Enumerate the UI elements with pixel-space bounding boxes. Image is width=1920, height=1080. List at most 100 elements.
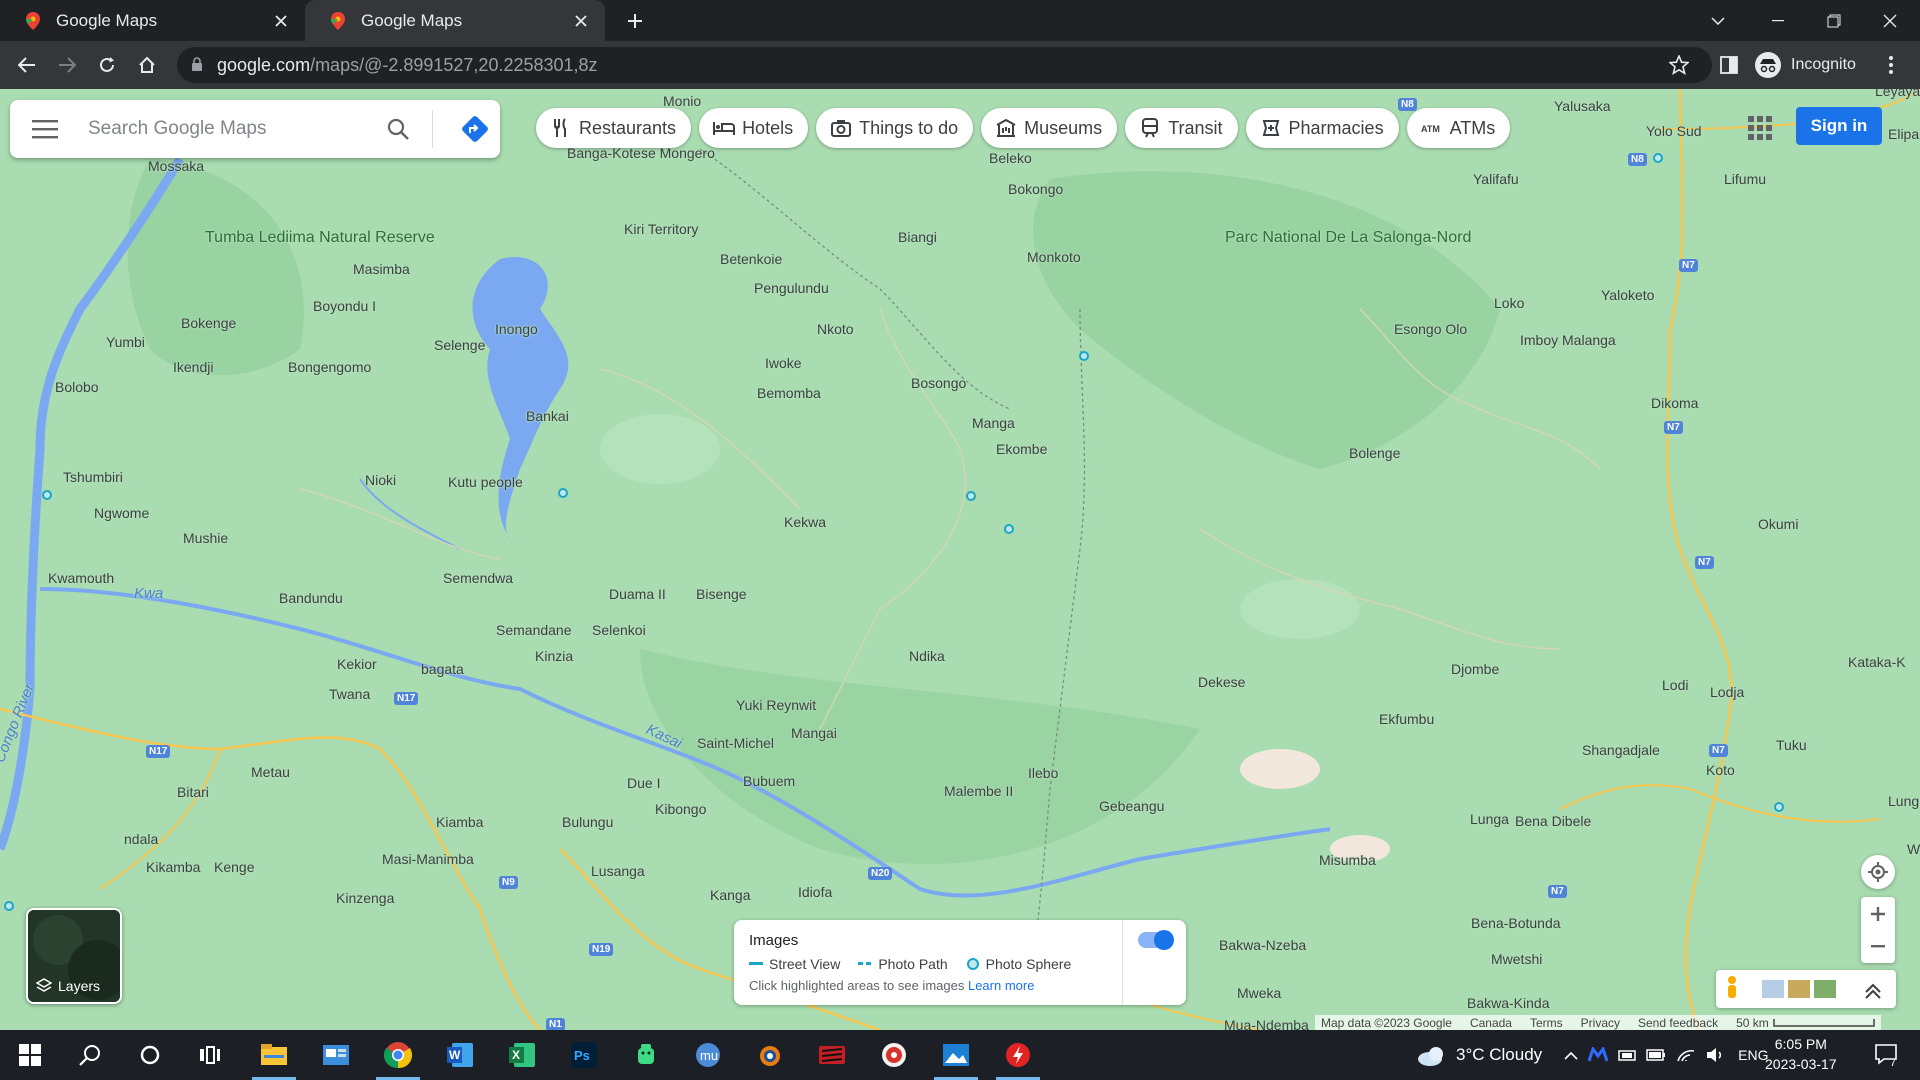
file-explorer-icon[interactable]: [248, 1035, 300, 1080]
windows-start-icon[interactable]: [4, 1035, 56, 1075]
place-label[interactable]: Bisenge: [696, 586, 747, 602]
place-label[interactable]: Duama II: [609, 586, 666, 602]
excel-icon[interactable]: X: [496, 1035, 548, 1075]
place-label[interactable]: Bokenge: [181, 315, 236, 331]
map-canvas[interactable]: Tumba Lediima Natural Reserve Parc Natio…: [0, 89, 1920, 1030]
mu-editor-icon[interactable]: mu: [682, 1035, 734, 1075]
place-label[interactable]: Bandundu: [279, 590, 343, 606]
place-label[interactable]: Leyaya: [1875, 89, 1920, 99]
sign-in-button[interactable]: Sign in: [1796, 107, 1882, 145]
place-label[interactable]: Yalusaka: [1554, 98, 1611, 114]
place-label[interactable]: Nioki: [365, 472, 396, 488]
chip-things-to-do[interactable]: Things to do: [816, 108, 974, 148]
reload-icon[interactable]: [92, 50, 122, 80]
word-icon[interactable]: W: [434, 1035, 486, 1075]
place-label[interactable]: Mushie: [183, 530, 228, 546]
close-tab-icon[interactable]: [267, 7, 295, 35]
search-icon[interactable]: [382, 113, 414, 145]
clock[interactable]: 6:05 PM 2023-03-17: [1765, 1034, 1837, 1074]
forward-arrow-icon[interactable]: [52, 50, 82, 80]
place-label[interactable]: Metau: [251, 764, 290, 780]
chevron-up-icon[interactable]: [1564, 1050, 1578, 1060]
place-label[interactable]: Boyondu I: [313, 298, 376, 314]
chip-museums[interactable]: Museums: [981, 108, 1118, 148]
place-label[interactable]: Selenkoi: [592, 622, 646, 638]
place-label[interactable]: Kekwa: [784, 514, 826, 530]
photo-sphere-marker[interactable]: [1079, 351, 1089, 361]
place-label[interactable]: Ngwome: [94, 505, 149, 521]
place-label[interactable]: Kiamba: [436, 814, 483, 830]
place-label[interactable]: Kwamouth: [48, 570, 114, 586]
place-label[interactable]: Idiofa: [798, 884, 832, 900]
country-link[interactable]: Canada: [1470, 1016, 1512, 1030]
cortana-icon[interactable]: [124, 1035, 176, 1075]
pegman-icon[interactable]: [1728, 976, 1736, 998]
place-label[interactable]: Kanga: [710, 887, 750, 903]
place-label[interactable]: Bakwa-Kinda: [1467, 995, 1550, 1011]
place-label[interactable]: Djombe: [1451, 661, 1499, 677]
place-label[interactable]: Ndika: [909, 648, 945, 664]
weather-text[interactable]: 3°C Cloudy: [1456, 1045, 1542, 1065]
photo-sphere-marker[interactable]: [1774, 802, 1784, 812]
place-label[interactable]: Elipa: [1888, 126, 1919, 142]
place-label[interactable]: Ekfumbu: [1379, 711, 1434, 727]
home-icon[interactable]: [132, 50, 162, 80]
device-icon[interactable]: [1618, 1048, 1636, 1062]
directions-icon[interactable]: [458, 112, 492, 146]
place-label[interactable]: Malembe II: [944, 783, 1013, 799]
incognito-profile-button[interactable]: Incognito: [1754, 49, 1856, 81]
place-label[interactable]: Koto: [1706, 762, 1735, 778]
close-window-button[interactable]: [1862, 0, 1918, 41]
park-label[interactable]: Tumba Lediima Natural Reserve: [205, 229, 435, 247]
place-label[interactable]: Twana: [329, 686, 370, 702]
place-label[interactable]: Mangai: [791, 725, 837, 741]
wifi-icon[interactable]: [1676, 1047, 1696, 1063]
place-label[interactable]: Betenkoie: [720, 251, 782, 267]
place-label[interactable]: Mua-Ndemba: [1224, 1017, 1309, 1030]
place-label[interactable]: Monio: [663, 93, 701, 109]
blender-like-app-icon[interactable]: [744, 1035, 796, 1075]
place-label[interactable]: Misumba: [1319, 852, 1376, 868]
google-apps-grid-icon[interactable]: [1747, 115, 1773, 141]
place-label[interactable]: Bakwa-Nzeba: [1219, 937, 1306, 953]
photoshop-icon[interactable]: Ps: [558, 1035, 610, 1075]
place-label[interactable]: Kenge: [214, 859, 254, 875]
place-label[interactable]: W: [1907, 841, 1920, 857]
side-panel-icon[interactable]: [1719, 55, 1739, 75]
place-label[interactable]: Yuki Reynwit: [736, 697, 816, 713]
photo-sphere-marker[interactable]: [966, 491, 976, 501]
place-label[interactable]: Bitari: [177, 784, 209, 800]
layers-button[interactable]: Layers: [26, 908, 122, 1004]
place-label[interactable]: Tshumbiri: [63, 469, 123, 485]
language-indicator[interactable]: ENG: [1738, 1047, 1768, 1063]
tab-search-chevron-icon[interactable]: [1690, 0, 1746, 41]
back-arrow-icon[interactable]: [12, 50, 42, 80]
place-label[interactable]: Lusanga: [591, 863, 645, 879]
photo-sphere-marker[interactable]: [1653, 153, 1663, 163]
place-label[interactable]: Monkoto: [1027, 249, 1081, 265]
search-icon[interactable]: [64, 1035, 116, 1075]
notifications-icon[interactable]: 7: [1862, 1035, 1914, 1075]
place-label[interactable]: Bemomba: [757, 385, 821, 401]
place-label[interactable]: Bolobo: [55, 379, 99, 395]
restore-button[interactable]: [1806, 0, 1862, 41]
place-label[interactable]: Loko: [1494, 295, 1524, 311]
place-label[interactable]: Kekior: [337, 656, 377, 672]
place-label[interactable]: Esongo Olo: [1394, 321, 1467, 337]
place-label[interactable]: Yumbi: [106, 334, 145, 350]
photos-icon[interactable]: [930, 1035, 982, 1080]
place-label[interactable]: Pengulundu: [754, 280, 829, 296]
place-label[interactable]: Ekombe: [996, 441, 1047, 457]
chip-atms[interactable]: ATM ATMs: [1406, 108, 1511, 148]
place-label[interactable]: Bankai: [526, 408, 569, 424]
place-label[interactable]: Yolo Sud: [1646, 123, 1702, 139]
images-toggle[interactable]: [1138, 930, 1174, 950]
place-label[interactable]: Kinzia: [535, 648, 573, 664]
media-app-icon[interactable]: [806, 1035, 858, 1075]
place-label[interactable]: Bena-Botunda: [1471, 915, 1561, 931]
learn-more-link[interactable]: Learn more: [968, 978, 1034, 993]
chip-transit[interactable]: Transit: [1125, 108, 1238, 148]
zoom-out-button[interactable]: [1871, 930, 1885, 963]
new-tab-button[interactable]: [620, 6, 650, 36]
place-label[interactable]: Manga: [972, 415, 1015, 431]
